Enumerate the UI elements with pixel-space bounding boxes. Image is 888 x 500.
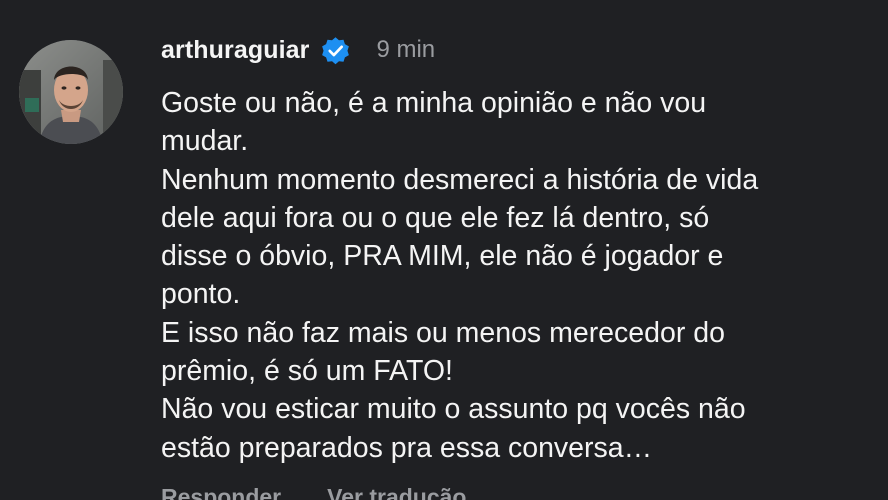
comment-line: Não vou esticar muito o assunto pq vocês… (161, 393, 746, 426)
username[interactable]: arthuraguiar (161, 36, 309, 65)
comment-line: dele aqui fora ou o que ele fez lá dentr… (161, 201, 710, 234)
comment-line: mudar. (161, 125, 249, 158)
avatar[interactable] (19, 40, 123, 144)
comment: arthuraguiar 9 min Goste ou não, é a min… (0, 0, 888, 500)
timestamp: 9 min (376, 36, 436, 63)
comment-body: Goste ou não, é a minha opinião e não vo… (161, 84, 861, 467)
comment-header: arthuraguiar 9 min (161, 30, 435, 70)
see-translation-button[interactable]: Ver tradução (327, 484, 466, 500)
comment-actions: Responder Ver tradução (161, 484, 466, 500)
comment-line: estão preparados pra essa conversa… (161, 431, 653, 464)
comment-line: disse o óbvio, PRA MIM, ele não é jogado… (161, 240, 724, 273)
comment-line: Nenhum momento desmereci a história de v… (161, 163, 759, 196)
comment-line: prêmio, é só um FATO! (161, 355, 453, 388)
comment-line: ponto. (161, 278, 241, 311)
comment-line: E isso não faz mais ou menos merecedor d… (161, 316, 725, 349)
verified-badge-icon (319, 34, 352, 67)
reply-button[interactable]: Responder (161, 484, 281, 500)
avatar-photo (19, 40, 123, 144)
comment-line: Goste ou não, é a minha opinião e não vo… (161, 87, 707, 119)
